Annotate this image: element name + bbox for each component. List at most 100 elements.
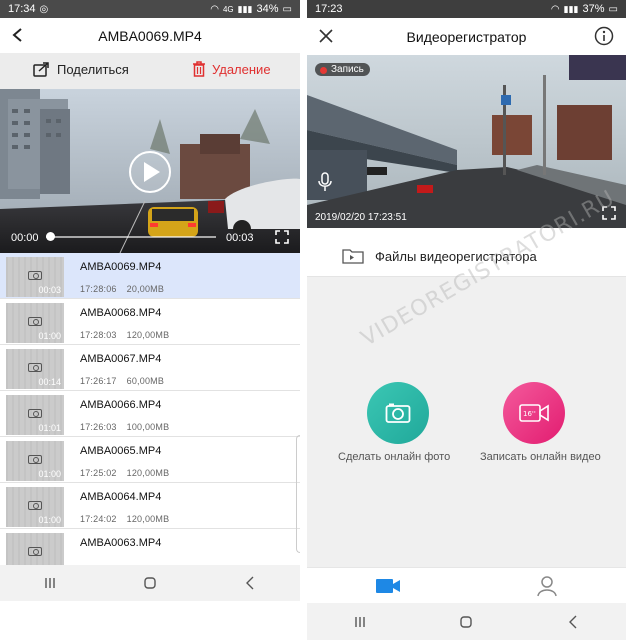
live-timestamp: 2019/02/20 17:23:51 bbox=[315, 212, 407, 223]
home-icon bbox=[460, 615, 473, 628]
back-nav-icon bbox=[246, 576, 254, 590]
system-nav-bar bbox=[0, 565, 300, 601]
battery-level: 34% bbox=[256, 3, 279, 15]
file-row[interactable]: AMBA0063.MP4 bbox=[0, 529, 300, 565]
file-name: AMBA0066.MP4 bbox=[80, 399, 162, 411]
online-photo-button[interactable] bbox=[367, 382, 429, 444]
online-photo-label: Сделать онлайн фото bbox=[338, 451, 451, 463]
video-file-icon bbox=[28, 317, 42, 326]
top-bar: Видеорегистратор bbox=[307, 18, 626, 54]
recording-label: Запись bbox=[331, 64, 364, 75]
info-icon[interactable] bbox=[594, 26, 614, 46]
file-size: 120,00MB bbox=[126, 330, 170, 340]
video-thumbnail: 01:01 bbox=[6, 395, 64, 435]
status-bar: 17:34 ◎ ◠ 4G ▮▮▮ 34% ▭ bbox=[0, 0, 300, 18]
file-row[interactable]: 01:00 AMBA0064.MP4 17:24:02 120,00MB bbox=[0, 483, 300, 529]
progress-track[interactable] bbox=[46, 236, 216, 238]
status-time: 17:23 bbox=[315, 3, 343, 15]
video-thumbnail: 01:00 bbox=[6, 487, 64, 527]
file-time: 17:28:06 bbox=[80, 284, 117, 294]
signal-icon: ▮▮▮ bbox=[237, 3, 253, 14]
file-name: AMBA0064.MP4 bbox=[80, 491, 162, 503]
mic-icon[interactable] bbox=[318, 172, 332, 192]
file-row[interactable]: 00:14 AMBA0067.MP4 17:26:17 60,00MB bbox=[0, 345, 300, 391]
trash-icon bbox=[193, 61, 205, 77]
back-nav-icon bbox=[568, 615, 577, 628]
top-bar: AMBA0069.MP4 bbox=[0, 18, 300, 53]
file-size: 120,00MB bbox=[126, 514, 170, 524]
thumbnail-duration: 00:14 bbox=[38, 377, 61, 387]
user-icon[interactable] bbox=[537, 575, 557, 597]
duration-time: 00:03 bbox=[226, 232, 254, 244]
bottom-tab-bar bbox=[307, 567, 626, 603]
video-camera-icon: 16'' bbox=[519, 404, 549, 422]
video-file-icon bbox=[28, 501, 42, 510]
file-meta: 17:26:03 100,00MB bbox=[80, 422, 169, 432]
thumbnail-duration: 00:03 bbox=[38, 285, 61, 295]
battery-level: 37% bbox=[582, 3, 605, 15]
file-meta: 17:24:02 120,00MB bbox=[80, 514, 169, 524]
share-button[interactable]: Поделиться bbox=[33, 61, 129, 77]
action-bar: Поделиться Удаление bbox=[0, 53, 300, 89]
battery-icon: ▭ bbox=[608, 3, 618, 15]
record-dot-icon bbox=[320, 67, 327, 74]
page-title: AMBA0069.MP4 bbox=[98, 28, 202, 44]
online-video-button[interactable]: 16'' bbox=[503, 382, 565, 444]
file-time: 17:26:03 bbox=[80, 422, 117, 432]
status-time: 17:34 bbox=[8, 3, 36, 15]
back-button[interactable] bbox=[230, 573, 270, 593]
recent-apps-button[interactable] bbox=[340, 612, 380, 632]
online-video-label: Записать онлайн видео bbox=[480, 451, 601, 463]
network-label: 4G bbox=[222, 4, 234, 14]
blank-area bbox=[0, 601, 300, 640]
home-button[interactable] bbox=[446, 612, 486, 632]
thumbnail-duration: 01:01 bbox=[38, 423, 61, 433]
video-file-icon bbox=[28, 455, 42, 464]
file-name: AMBA0065.MP4 bbox=[80, 445, 162, 457]
video-file-icon bbox=[28, 409, 42, 418]
thumbnail-duration: 01:00 bbox=[38, 331, 61, 341]
file-time: 17:24:02 bbox=[80, 514, 117, 524]
folder-icon bbox=[342, 249, 364, 264]
file-meta: 17:25:02 120,00MB bbox=[80, 468, 169, 478]
home-button[interactable] bbox=[130, 573, 170, 593]
divider bbox=[300, 0, 307, 640]
thumbnail-duration: 01:00 bbox=[38, 469, 61, 479]
signal-icon: ▮▮▮ bbox=[563, 3, 579, 14]
whatsapp-icon: ◎ bbox=[39, 3, 49, 15]
video-file-icon bbox=[28, 363, 42, 372]
system-nav-bar bbox=[307, 603, 626, 640]
file-size: 20,00MB bbox=[126, 284, 165, 294]
delete-button[interactable]: Удаление bbox=[192, 61, 271, 77]
video-badge: 16'' bbox=[523, 410, 536, 418]
file-meta: 17:26:17 60,00MB bbox=[80, 376, 164, 386]
thumbnail-duration: 01:00 bbox=[38, 515, 61, 525]
current-time: 00:00 bbox=[11, 232, 39, 244]
file-row[interactable]: 01:01 AMBA0066.MP4 17:26:03 100,00MB bbox=[0, 391, 300, 437]
video-frame bbox=[0, 89, 300, 253]
file-name: AMBA0063.MP4 bbox=[80, 537, 162, 549]
back-button[interactable] bbox=[553, 612, 593, 632]
dashcam-screen: 17:23 ◠ ▮▮▮ 37% ▭ Видеорегистратор Запис… bbox=[307, 0, 626, 640]
file-row[interactable]: 01:00 AMBA0065.MP4 17:25:02 120,00MB bbox=[0, 437, 300, 483]
fullscreen-icon[interactable] bbox=[275, 230, 289, 244]
progress-handle[interactable] bbox=[46, 232, 55, 241]
video-thumbnail: 01:00 bbox=[6, 441, 64, 481]
video-player[interactable]: 00:00 00:03 bbox=[0, 89, 300, 253]
recent-apps-icon bbox=[45, 578, 55, 588]
home-icon bbox=[144, 577, 156, 589]
file-meta: 17:28:06 20,00MB bbox=[80, 284, 164, 294]
file-time: 17:28:03 bbox=[80, 330, 117, 340]
file-row[interactable]: 01:00 AMBA0068.MP4 17:28:03 120,00MB bbox=[0, 299, 300, 345]
share-label: Поделиться bbox=[57, 61, 129, 77]
tab-dashcam-icon[interactable] bbox=[375, 577, 401, 595]
wifi-icon: ◠ bbox=[210, 3, 219, 15]
video-file-icon bbox=[28, 271, 42, 280]
video-thumbnail: 01:00 bbox=[6, 303, 64, 343]
file-row[interactable]: 00:03 AMBA0069.MP4 17:28:06 20,00MB bbox=[0, 253, 300, 299]
file-viewer-screen: 17:34 ◎ ◠ 4G ▮▮▮ 34% ▭ AMBA0069.MP4 Поде… bbox=[0, 0, 300, 640]
video-thumbnail: 00:14 bbox=[6, 349, 64, 389]
file-name: AMBA0068.MP4 bbox=[80, 307, 162, 319]
video-file-icon bbox=[28, 547, 42, 556]
recent-apps-button[interactable] bbox=[30, 573, 70, 593]
